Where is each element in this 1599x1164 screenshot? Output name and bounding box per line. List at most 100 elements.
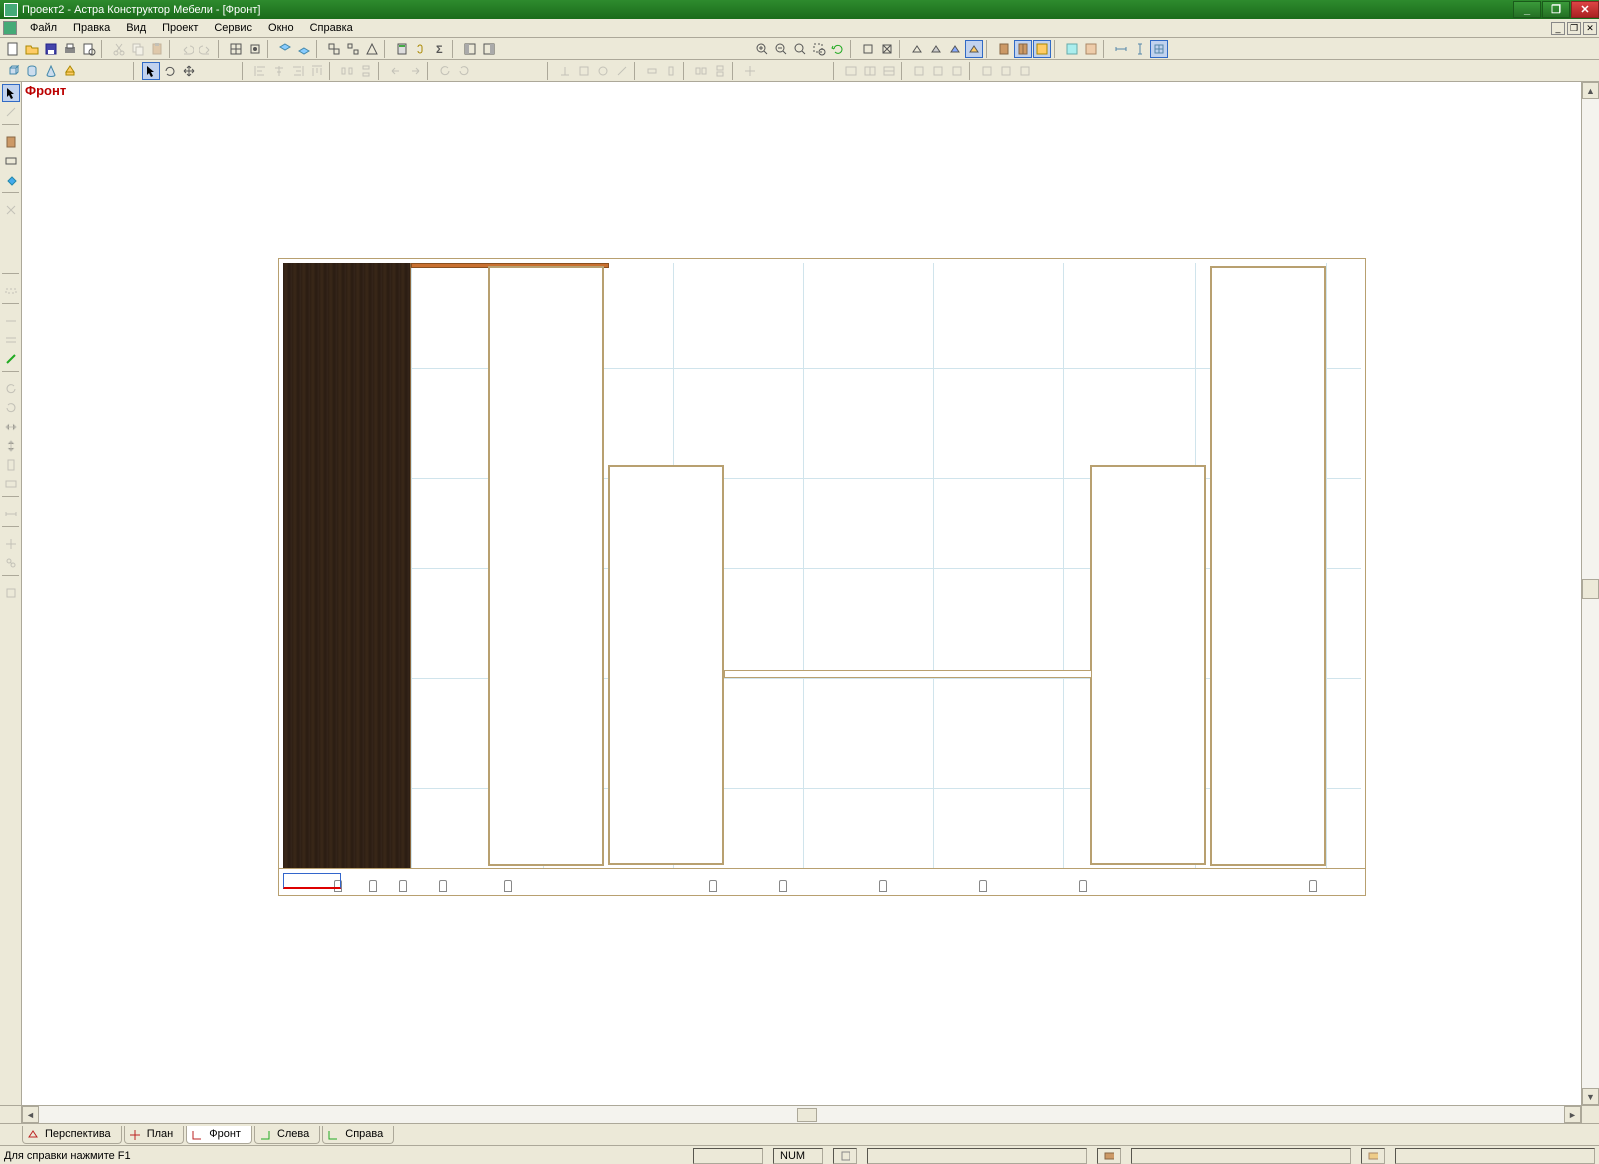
close-tool-icon[interactable] (2, 201, 20, 219)
menu-edit[interactable]: Правка (65, 20, 118, 36)
menu-window[interactable]: Окно (260, 20, 302, 36)
add-v2-icon[interactable] (2, 331, 20, 349)
add-line-icon[interactable] (2, 350, 20, 368)
view-wire-icon[interactable] (908, 40, 926, 58)
scroll-thumb-h[interactable] (797, 1108, 817, 1122)
dim-a2-icon[interactable] (880, 62, 898, 80)
minimize-button[interactable]: _ (1513, 1, 1541, 18)
menu-help[interactable]: Справка (302, 20, 361, 36)
new-icon[interactable] (4, 40, 22, 58)
flip-v-icon[interactable] (2, 437, 20, 455)
tab-plan[interactable]: План (124, 1126, 185, 1144)
paste-icon[interactable] (148, 40, 166, 58)
snap4-icon[interactable] (613, 62, 631, 80)
dist-h-icon[interactable] (338, 62, 356, 80)
align-t-icon[interactable] (308, 62, 326, 80)
menu-project[interactable]: Проект (154, 20, 206, 36)
align-c-icon[interactable] (270, 62, 288, 80)
snap2-icon[interactable] (575, 62, 593, 80)
snap5-icon[interactable] (643, 62, 661, 80)
snap-icon[interactable] (246, 40, 264, 58)
move-tool-icon[interactable] (2, 535, 20, 553)
tab-front[interactable]: Фронт (186, 1126, 252, 1144)
snap9-icon[interactable] (741, 62, 759, 80)
snap7-icon[interactable] (692, 62, 710, 80)
align-r-icon[interactable] (289, 62, 307, 80)
calc-icon[interactable] (393, 40, 411, 58)
dim1-icon[interactable] (1112, 40, 1130, 58)
mat1-icon[interactable] (1063, 40, 1081, 58)
open-icon[interactable] (23, 40, 41, 58)
rot-ccw-icon[interactable] (2, 380, 20, 398)
undo-icon[interactable] (178, 40, 196, 58)
move-l-icon[interactable] (387, 62, 405, 80)
dim-h2-icon[interactable] (842, 62, 860, 80)
mdi-restore[interactable]: ❐ (1567, 22, 1581, 35)
canvas-area[interactable]: Фронт (22, 82, 1581, 1105)
rotate-mode-icon[interactable] (161, 62, 179, 80)
print-icon[interactable] (61, 40, 79, 58)
mdi-minimize[interactable]: _ (1551, 22, 1565, 35)
scroll-up-icon[interactable]: ▲ (1582, 82, 1599, 99)
zoom-out-icon[interactable] (791, 40, 809, 58)
tab-left[interactable]: Слева (254, 1126, 320, 1144)
rot-l-icon[interactable] (436, 62, 454, 80)
snap1-icon[interactable] (556, 62, 574, 80)
snap3-icon[interactable] (594, 62, 612, 80)
cube-icon[interactable] (4, 62, 22, 80)
refresh-icon[interactable] (829, 40, 847, 58)
sum-icon[interactable]: Σ (431, 40, 449, 58)
snap6-icon[interactable] (662, 62, 680, 80)
edge-tool-icon[interactable] (2, 103, 20, 121)
box2-icon[interactable] (878, 40, 896, 58)
size-v-icon[interactable] (2, 475, 20, 493)
cut-icon[interactable] (110, 40, 128, 58)
mdi-close[interactable]: ✕ (1583, 22, 1597, 35)
door1-icon[interactable] (995, 40, 1013, 58)
box1-icon[interactable] (859, 40, 877, 58)
zoom-in-icon[interactable] (772, 40, 790, 58)
dim-b2-icon[interactable] (910, 62, 928, 80)
tab-perspective[interactable]: Перспектива (22, 1126, 122, 1144)
dim2-icon[interactable] (1131, 40, 1149, 58)
redo-icon[interactable] (197, 40, 215, 58)
scroll-down-icon[interactable]: ▼ (1582, 1088, 1599, 1105)
cylinder-icon[interactable] (23, 62, 41, 80)
view-hidden-icon[interactable] (927, 40, 945, 58)
menu-service[interactable]: Сервис (206, 20, 260, 36)
menu-file[interactable]: Файл (22, 20, 65, 36)
save-icon[interactable] (42, 40, 60, 58)
group-icon[interactable] (325, 40, 343, 58)
cone-icon[interactable] (42, 62, 60, 80)
maximize-button[interactable]: ❐ (1542, 1, 1570, 18)
ungroup-icon[interactable] (344, 40, 362, 58)
mat2-icon[interactable] (1082, 40, 1100, 58)
copy-icon[interactable] (129, 40, 147, 58)
rot-r-icon[interactable] (455, 62, 473, 80)
panel1-icon[interactable] (461, 40, 479, 58)
scroll-right-icon[interactable]: ► (1564, 1106, 1581, 1123)
horizontal-scrollbar[interactable]: ◄ ► (0, 1105, 1599, 1123)
vertical-scrollbar[interactable]: ▲ ▼ (1581, 82, 1599, 1105)
link-tool-icon[interactable] (2, 554, 20, 572)
scroll-left-icon[interactable]: ◄ (22, 1106, 39, 1123)
zoom-area-icon[interactable] (810, 40, 828, 58)
extrude-icon[interactable] (61, 62, 79, 80)
dist-v-icon[interactable] (357, 62, 375, 80)
pointer-tool-icon[interactable] (2, 84, 20, 102)
dim-v2-icon[interactable] (861, 62, 879, 80)
rect-tool-icon[interactable] (2, 152, 20, 170)
view-solid-icon[interactable] (946, 40, 964, 58)
panel2-icon[interactable] (480, 40, 498, 58)
scroll-thumb-v[interactable] (1582, 579, 1599, 599)
panel-tool-icon[interactable] (2, 133, 20, 151)
align-l-icon[interactable] (251, 62, 269, 80)
move-r-icon[interactable] (406, 62, 424, 80)
layer-up-icon[interactable] (276, 40, 294, 58)
dim-d2-icon[interactable] (948, 62, 966, 80)
add-v1-icon[interactable] (2, 312, 20, 330)
dim-tool-icon[interactable] (2, 505, 20, 523)
size-h-icon[interactable] (2, 456, 20, 474)
zoom-fit-icon[interactable] (753, 40, 771, 58)
layer-down-icon[interactable] (295, 40, 313, 58)
